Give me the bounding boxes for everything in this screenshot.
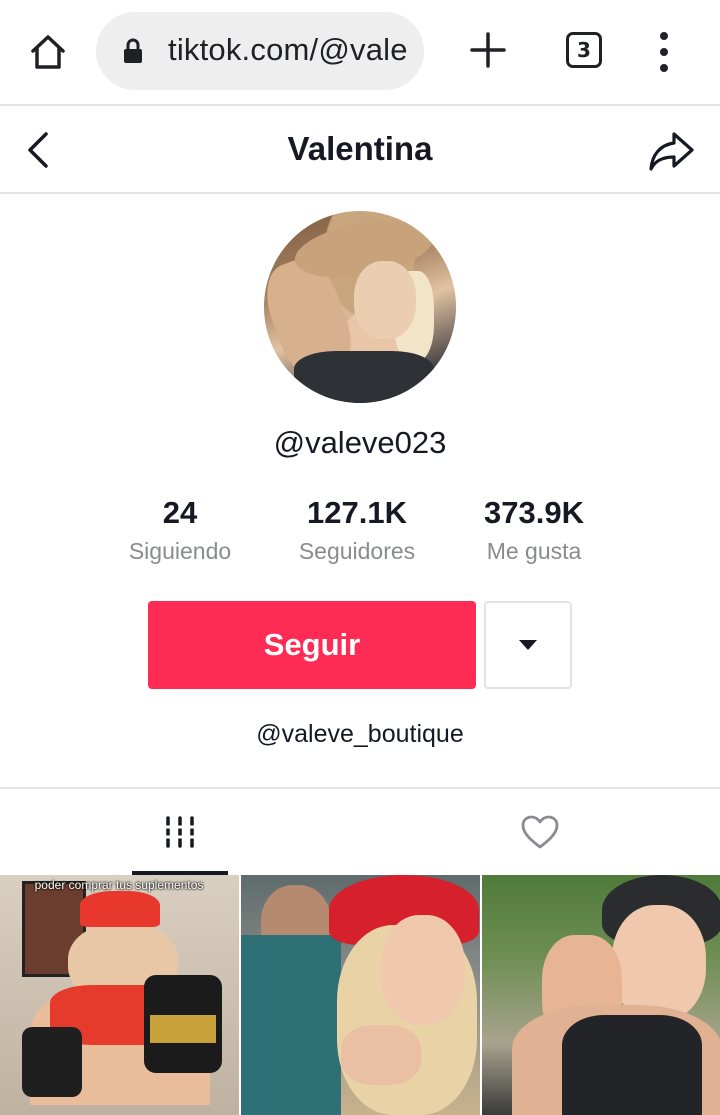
profile-tabs [0,787,720,875]
heart-icon [521,815,559,849]
url-text: tiktok.com/@valeve023 [168,32,408,67]
stat-followers[interactable]: 127.1K Seguidores [267,494,447,566]
lock-icon [124,38,142,63]
page-title: Valentina [287,130,433,167]
share-arrow-icon[interactable] [646,128,698,174]
home-icon[interactable] [22,28,74,76]
browser-toolbar: tiktok.com/@valeve023 3 [0,0,720,106]
video-thumbnail[interactable]: poder comprar tus suplementos [0,875,239,1115]
bio-link[interactable]: @valeve_boutique [0,720,720,749]
profile-username: @valeve023 [273,425,447,460]
profile-header: Valentina [0,108,720,194]
caret-down-icon [519,640,537,650]
stat-likes: 373.9K Me gusta [444,494,624,566]
video-thumbnail[interactable] [241,875,480,1115]
stat-label: Seguidores [298,538,416,564]
address-bar[interactable]: tiktok.com/@valeve023 [96,12,424,90]
tab-videos[interactable] [0,789,360,875]
stat-value: 24 [162,495,198,530]
video-caption: poder comprar tus suplementos [34,878,204,892]
suggested-accounts-dropdown-button[interactable] [484,601,572,689]
stat-value: 127.1K [307,495,407,530]
profile-stats: 24 Siguiendo 127.1K Seguidores 373.9K Me… [0,494,720,574]
more-options-icon[interactable] [652,30,676,74]
grid-lines-icon [163,816,197,848]
video-thumbnail[interactable] [482,875,720,1115]
stat-label: Siguiendo [128,538,232,564]
avatar[interactable] [264,211,456,403]
stat-label: Me gusta [486,538,582,564]
tab-switcher-button[interactable]: 3 [566,32,602,68]
follow-button[interactable]: Seguir [148,601,476,689]
video-grid: poder comprar tus suplementos [0,875,720,1115]
stat-value: 373.9K [484,495,584,530]
new-tab-plus-icon[interactable] [466,28,510,72]
tab-liked[interactable] [360,789,720,875]
stat-following[interactable]: 24 Siguiendo [90,494,270,566]
